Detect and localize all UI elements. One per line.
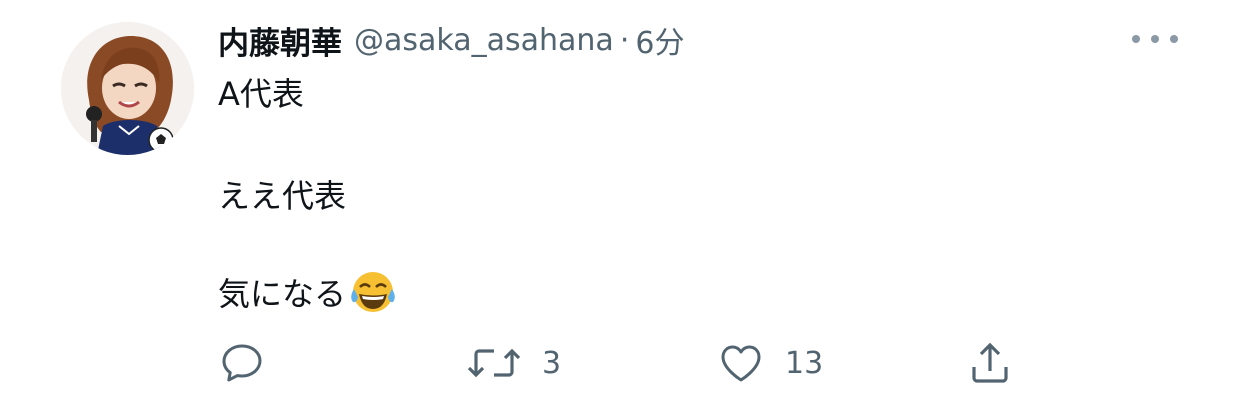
tweet-timestamp[interactable]: 6分 <box>635 18 684 62</box>
tweet-text: ええ代表 <box>218 177 347 215</box>
avatar[interactable] <box>61 22 194 155</box>
author-name[interactable]: 内藤朝華 <box>218 18 342 63</box>
reply-button[interactable] <box>218 338 286 388</box>
reply-icon <box>222 344 262 382</box>
tweet-text-line-3: 気になる <box>218 266 398 318</box>
like-count: 13 <box>785 345 824 381</box>
tweet-text-line-2: ええ代表 <box>218 172 346 216</box>
tweet-text: A代表 <box>218 75 304 113</box>
author-handle[interactable]: @asaka_asahana <box>354 23 614 58</box>
tweet-text-line-1: A代表 <box>218 70 304 114</box>
heart-icon <box>721 345 761 382</box>
more-options-icon[interactable] <box>1132 28 1178 50</box>
separator-dot: · <box>619 22 630 58</box>
tweet-header: 内藤朝華 @asaka_asahana · 6分 <box>218 18 684 62</box>
like-button[interactable]: 13 <box>717 338 823 388</box>
share-icon <box>972 342 1008 383</box>
retweet-button[interactable]: 3 <box>466 338 561 388</box>
share-button[interactable] <box>966 338 1014 388</box>
tears-of-joy-emoji-icon <box>348 267 398 317</box>
tweet-text: 気になる <box>218 275 347 313</box>
avatar-image <box>61 22 194 155</box>
retweet-count: 3 <box>542 345 562 381</box>
retweet-icon <box>467 348 521 378</box>
